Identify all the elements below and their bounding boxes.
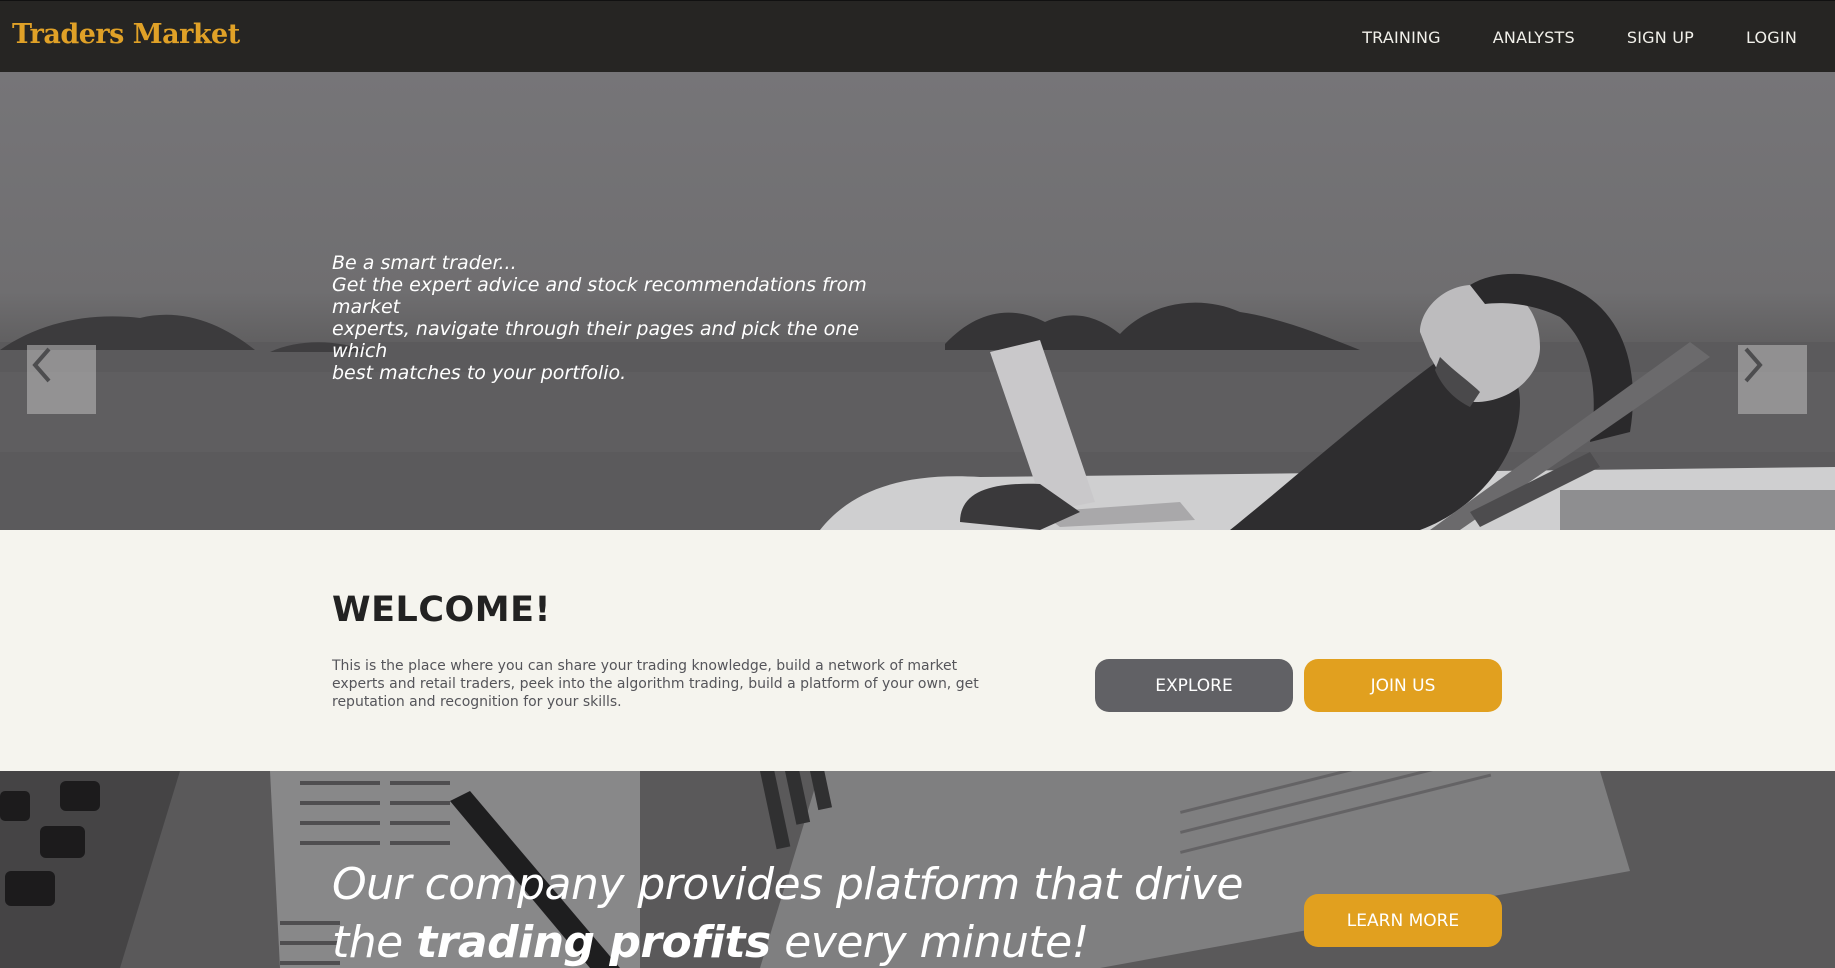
hero-caption-line-1: Be a smart trader...: [332, 252, 517, 274]
promo-headline: Our company provides platform that drive…: [332, 856, 1282, 968]
brand-logo[interactable]: Traders Market: [12, 19, 240, 50]
nav-link-sign-up[interactable]: SIGN UP: [1627, 28, 1694, 47]
explore-button[interactable]: EXPLORE: [1095, 659, 1293, 712]
learn-more-button[interactable]: LEARN MORE: [1304, 894, 1502, 947]
hero-caption-line-4: best matches to your portfolio.: [332, 362, 627, 384]
promo-section: Our company provides platform that drive…: [0, 771, 1835, 968]
nav-link-training[interactable]: TRAINING: [1362, 28, 1441, 47]
hero-caption-line-2: Get the expert advice and stock recommen…: [332, 274, 867, 318]
hero-background-image: [0, 273, 1835, 530]
hero-caption: Be a smart trader... Get the expert advi…: [332, 252, 912, 384]
welcome-title: WELCOME!: [332, 590, 551, 630]
top-navbar: Traders Market TRAINING ANALYSTS SIGN UP…: [0, 0, 1835, 72]
join-us-button[interactable]: JOIN US: [1304, 659, 1502, 712]
chevron-left-icon: [32, 347, 51, 383]
welcome-description: This is the place where you can share yo…: [332, 658, 979, 710]
nav-link-login[interactable]: LOGIN: [1746, 28, 1797, 47]
chevron-right-icon: [1744, 347, 1763, 383]
carousel-next-button[interactable]: [1738, 345, 1807, 414]
promo-headline-end: every minute!: [770, 917, 1089, 968]
welcome-section: WELCOME! This is the place where you can…: [0, 530, 1835, 771]
hero-carousel: Be a smart trader... Get the expert advi…: [0, 72, 1835, 530]
hero-caption-line-3: experts, navigate through their pages an…: [332, 318, 860, 362]
nav-link-analysts[interactable]: ANALYSTS: [1493, 28, 1575, 47]
carousel-prev-button[interactable]: [27, 345, 96, 414]
nav-links: TRAINING ANALYSTS SIGN UP LOGIN: [1362, 1, 1835, 73]
promo-headline-highlight: trading profits: [416, 917, 771, 968]
